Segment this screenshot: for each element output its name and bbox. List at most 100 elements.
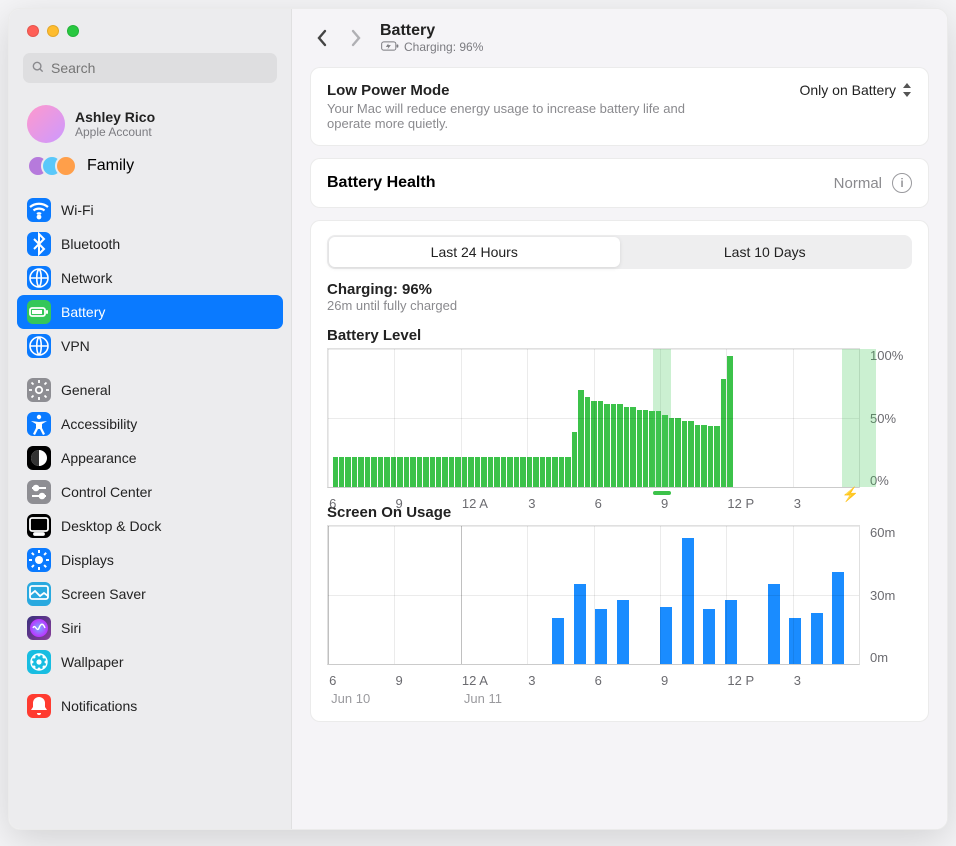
- x-tick: 9: [396, 496, 403, 511]
- sidebar-item-label: Control Center: [61, 484, 152, 500]
- chart-bar: [520, 457, 525, 487]
- chart-bar: [572, 432, 577, 487]
- chart-bar: [475, 457, 480, 487]
- sidebar-item-battery[interactable]: Battery: [17, 295, 283, 329]
- chart-bar: [617, 600, 629, 664]
- chart-bar: [598, 401, 603, 487]
- usage-card: Last 24 Hours Last 10 Days Charging: 96%…: [310, 220, 929, 722]
- wifi-icon: [27, 198, 51, 222]
- cc-icon: [27, 480, 51, 504]
- chart-bar: [701, 425, 706, 487]
- battery-level-chart: 6912 A36912 P3⚡: [327, 348, 860, 488]
- sidebar-item-wifi[interactable]: Wi-Fi: [17, 193, 283, 227]
- ss-icon: [27, 582, 51, 606]
- tab-last-24-hours[interactable]: Last 24 Hours: [329, 237, 620, 267]
- chart-bar: [660, 607, 672, 665]
- chart-bar: [695, 425, 700, 487]
- sidebar-item-screen-saver[interactable]: Screen Saver: [17, 577, 283, 611]
- search-input[interactable]: [51, 60, 269, 76]
- screen-on-title: Screen On Usage: [327, 504, 912, 521]
- main-pane: Battery Charging: 96% Low Power Mode You…: [292, 9, 947, 829]
- page-subtitle: Charging: 96%: [380, 40, 483, 54]
- bt-icon: [27, 232, 51, 256]
- window-close-button[interactable]: [27, 25, 39, 37]
- window-zoom-button[interactable]: [67, 25, 79, 37]
- nav-forward-button[interactable]: [346, 25, 366, 51]
- sidebar-item-notifications[interactable]: Notifications: [17, 689, 283, 723]
- disp-icon: [27, 548, 51, 572]
- chart-bar: [559, 457, 564, 487]
- sidebar-item-bluetooth[interactable]: Bluetooth: [17, 227, 283, 261]
- sidebar-item-label: VPN: [61, 338, 90, 354]
- chart-bar: [494, 457, 499, 487]
- chart-bar: [423, 457, 428, 487]
- x-tick: 12 P: [727, 496, 754, 511]
- chart-bar: [578, 390, 583, 487]
- chart-bar: [449, 457, 454, 487]
- sidebar-item-displays[interactable]: Displays: [17, 543, 283, 577]
- low-power-select[interactable]: Only on Battery: [800, 82, 913, 98]
- sidebar-item-label: Appearance: [61, 450, 137, 466]
- x-tick: 6: [595, 673, 602, 688]
- search-field[interactable]: [23, 53, 277, 83]
- sidebar-item-appearance[interactable]: Appearance: [17, 441, 283, 475]
- chart-bar: [501, 457, 506, 487]
- sidebar-item-siri[interactable]: Siri: [17, 611, 283, 645]
- chart-bar: [468, 457, 473, 487]
- nav-back-button[interactable]: [312, 25, 332, 51]
- sidebar-item-label: Screen Saver: [61, 586, 146, 602]
- sidebar-item-family[interactable]: Family: [17, 149, 283, 183]
- chart-bar: [417, 457, 422, 487]
- sidebar-item-label: Wi-Fi: [61, 202, 94, 218]
- chart-bar: [682, 421, 687, 487]
- sidebar-item-desktop-dock[interactable]: Desktop & Dock: [17, 509, 283, 543]
- sidebar-item-vpn[interactable]: VPN: [17, 329, 283, 363]
- x-tick: 6: [595, 496, 602, 511]
- x-tick: 12 P: [727, 673, 754, 688]
- sidebar-item-network[interactable]: Network: [17, 261, 283, 295]
- chart-bar: [675, 418, 680, 487]
- sidebar-item-account[interactable]: Ashley Rico Apple Account: [17, 99, 283, 149]
- chart-bar: [410, 457, 415, 487]
- sidebar-item-accessibility[interactable]: Accessibility: [17, 407, 283, 441]
- sidebar-item-general[interactable]: General: [17, 373, 283, 407]
- sidebar-item-wallpaper[interactable]: Wallpaper: [17, 645, 283, 679]
- chart-bar: [617, 404, 622, 487]
- family-avatars: [27, 155, 77, 177]
- acc-icon: [27, 412, 51, 436]
- chart-bar: [404, 457, 409, 487]
- low-power-desc: Your Mac will reduce energy usage to inc…: [327, 101, 727, 131]
- window-minimize-button[interactable]: [47, 25, 59, 37]
- charging-substatus: 26m until fully charged: [327, 298, 912, 313]
- dd-icon: [27, 514, 51, 538]
- sidebar-item-label: Siri: [61, 620, 81, 636]
- chart-bar: [604, 404, 609, 487]
- chart-bar: [727, 356, 732, 487]
- low-power-title: Low Power Mode: [327, 82, 727, 99]
- x-tick: 6: [329, 496, 336, 511]
- account-name: Ashley Rico: [75, 109, 155, 125]
- y-tick: 60m: [870, 525, 912, 540]
- page-title: Battery: [380, 22, 483, 40]
- chart-bar: [507, 457, 512, 487]
- battery-health-info-button[interactable]: i: [892, 173, 912, 193]
- chart-bar: [565, 457, 570, 487]
- chart-bar: [552, 618, 564, 664]
- chart-bar: [811, 613, 823, 664]
- vpn-icon: [27, 334, 51, 358]
- main-header: Battery Charging: 96%: [292, 9, 947, 67]
- chart-bar: [595, 609, 607, 664]
- titlebar: [9, 9, 291, 53]
- search-icon: [31, 60, 45, 77]
- wp-icon: [27, 650, 51, 674]
- account-avatar: [27, 105, 65, 143]
- tab-last-10-days[interactable]: Last 10 Days: [620, 237, 911, 267]
- siri-icon: [27, 616, 51, 640]
- chart-bar: [585, 397, 590, 487]
- batt-icon: [27, 300, 51, 324]
- chart-bar: [384, 457, 389, 487]
- chart-bar: [832, 572, 844, 664]
- sidebar-item-control-center[interactable]: Control Center: [17, 475, 283, 509]
- screen-on-yaxis: 60m30m0m: [868, 525, 912, 665]
- chart-bar: [488, 457, 493, 487]
